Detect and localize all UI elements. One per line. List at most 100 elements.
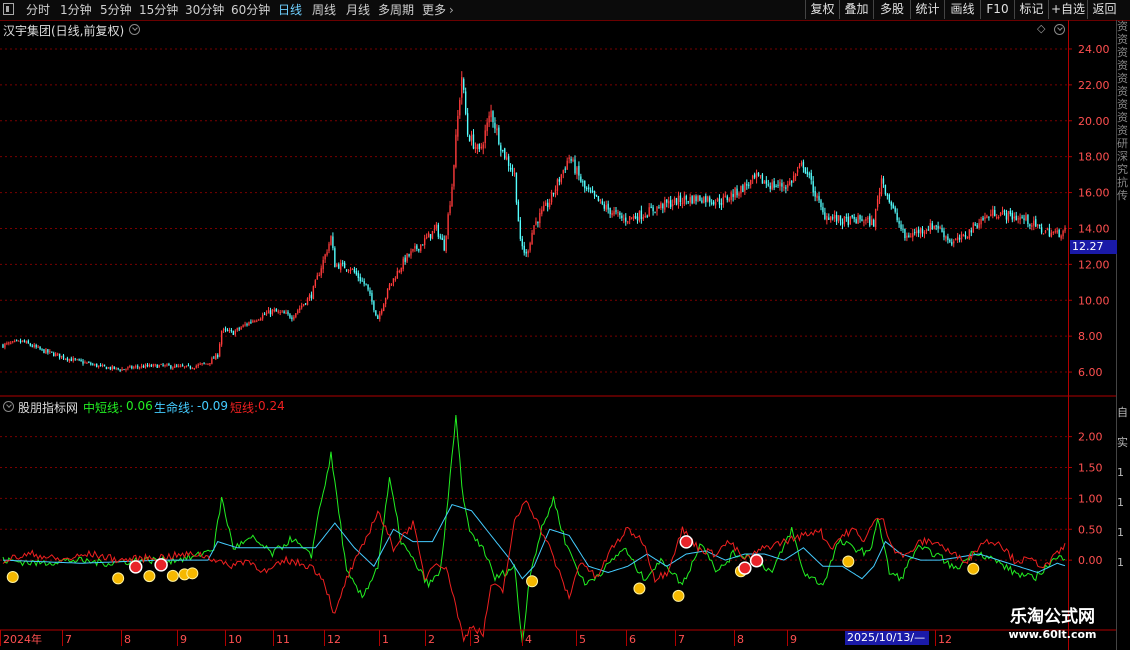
candle-body (371, 293, 373, 302)
candle-body (931, 223, 933, 230)
candle-body (1048, 228, 1051, 237)
candle-body (710, 202, 713, 204)
candle-body (277, 311, 279, 313)
candle-body (767, 184, 769, 186)
candle-body (625, 217, 627, 222)
candle-body (82, 361, 84, 364)
candle-body (363, 281, 365, 284)
candle-body (617, 212, 619, 214)
candle-body (261, 314, 264, 319)
candle-body (552, 192, 555, 195)
candle-body (755, 173, 758, 179)
candle-body (412, 248, 414, 252)
candle-body (408, 254, 410, 256)
candle-body (416, 245, 418, 250)
candle-body (166, 364, 168, 366)
candle-body (978, 223, 980, 228)
candle-body (340, 263, 342, 270)
time-axis-label: 5 (579, 633, 586, 646)
candle-body (127, 367, 129, 369)
time-axis-label: 10 (228, 633, 242, 646)
candle-body (68, 358, 71, 361)
indicator-tick-label: 0.50 (1078, 523, 1103, 536)
candle-body (459, 99, 461, 116)
candle-body (37, 346, 39, 348)
candle-body (787, 184, 789, 188)
time-axis-label: 9 (180, 633, 187, 646)
time-axis-label: 3 (473, 633, 480, 646)
candle-body (533, 225, 535, 235)
candle-body (105, 366, 108, 370)
candle-body (468, 135, 471, 142)
candle-body (701, 200, 703, 203)
candle-body (820, 200, 822, 207)
candle-body (172, 367, 174, 369)
candle-body (902, 228, 904, 230)
price-tick-label: 20.00 (1078, 115, 1110, 128)
time-axis-label: 1 (382, 633, 389, 646)
candle-body (1029, 224, 1031, 226)
candle-body (796, 169, 799, 173)
time-axis-label: 7 (678, 633, 685, 646)
candle-body (921, 229, 924, 233)
candle-body (131, 366, 133, 369)
candle-body (293, 316, 295, 320)
candle-body (74, 358, 76, 360)
candle-body (810, 172, 812, 180)
candle-body (457, 115, 459, 137)
candle-body (869, 216, 871, 226)
candle-body (740, 185, 742, 194)
candle-body (410, 251, 412, 256)
candle-body (463, 79, 465, 90)
candle-body (1046, 228, 1049, 230)
candle-body (603, 204, 605, 209)
candle-body (615, 210, 617, 212)
candle-body (1021, 216, 1023, 218)
candle-body (619, 212, 621, 215)
candle-body (546, 202, 549, 208)
candle-body (775, 186, 777, 188)
candle-body (17, 340, 20, 342)
candle-body (927, 229, 930, 231)
candle-body (1001, 210, 1004, 214)
candle-body (453, 165, 455, 187)
candle-body (515, 172, 518, 203)
candle-body (295, 313, 297, 318)
candle-body (771, 182, 773, 190)
candle-body (634, 216, 637, 219)
candle-body (906, 235, 908, 238)
candle-body (236, 328, 238, 331)
candle-body (418, 248, 420, 251)
candle-body (431, 230, 434, 240)
buy-marker (112, 572, 125, 585)
candle-body (843, 216, 846, 224)
candle-body (605, 205, 607, 210)
candle-body (636, 216, 639, 221)
candle-body (488, 115, 490, 123)
candle-body (427, 232, 430, 238)
candle-body (496, 128, 498, 131)
candle-body (545, 202, 547, 206)
candle-body (25, 341, 28, 343)
candle-body (96, 363, 98, 367)
candle-body (109, 367, 112, 370)
candle-body (345, 269, 348, 271)
candle-body (502, 149, 504, 151)
candle-body (429, 234, 432, 239)
candle-body (332, 236, 334, 249)
watermark-url: www.60lt.com (1008, 628, 1097, 641)
candle-body (855, 219, 857, 224)
candle-body (94, 364, 96, 366)
candle-body (1042, 233, 1045, 235)
price-tick-label: 12.00 (1078, 258, 1110, 271)
candle-body (381, 310, 383, 314)
candle-body (217, 354, 219, 358)
candle-body (129, 366, 131, 368)
candle-body (62, 355, 65, 359)
candle-body (642, 217, 645, 220)
candle-body (863, 221, 865, 223)
candle-body (736, 188, 738, 196)
candle-body (244, 324, 246, 326)
candle-body (256, 320, 258, 322)
candle-body (1013, 216, 1015, 219)
